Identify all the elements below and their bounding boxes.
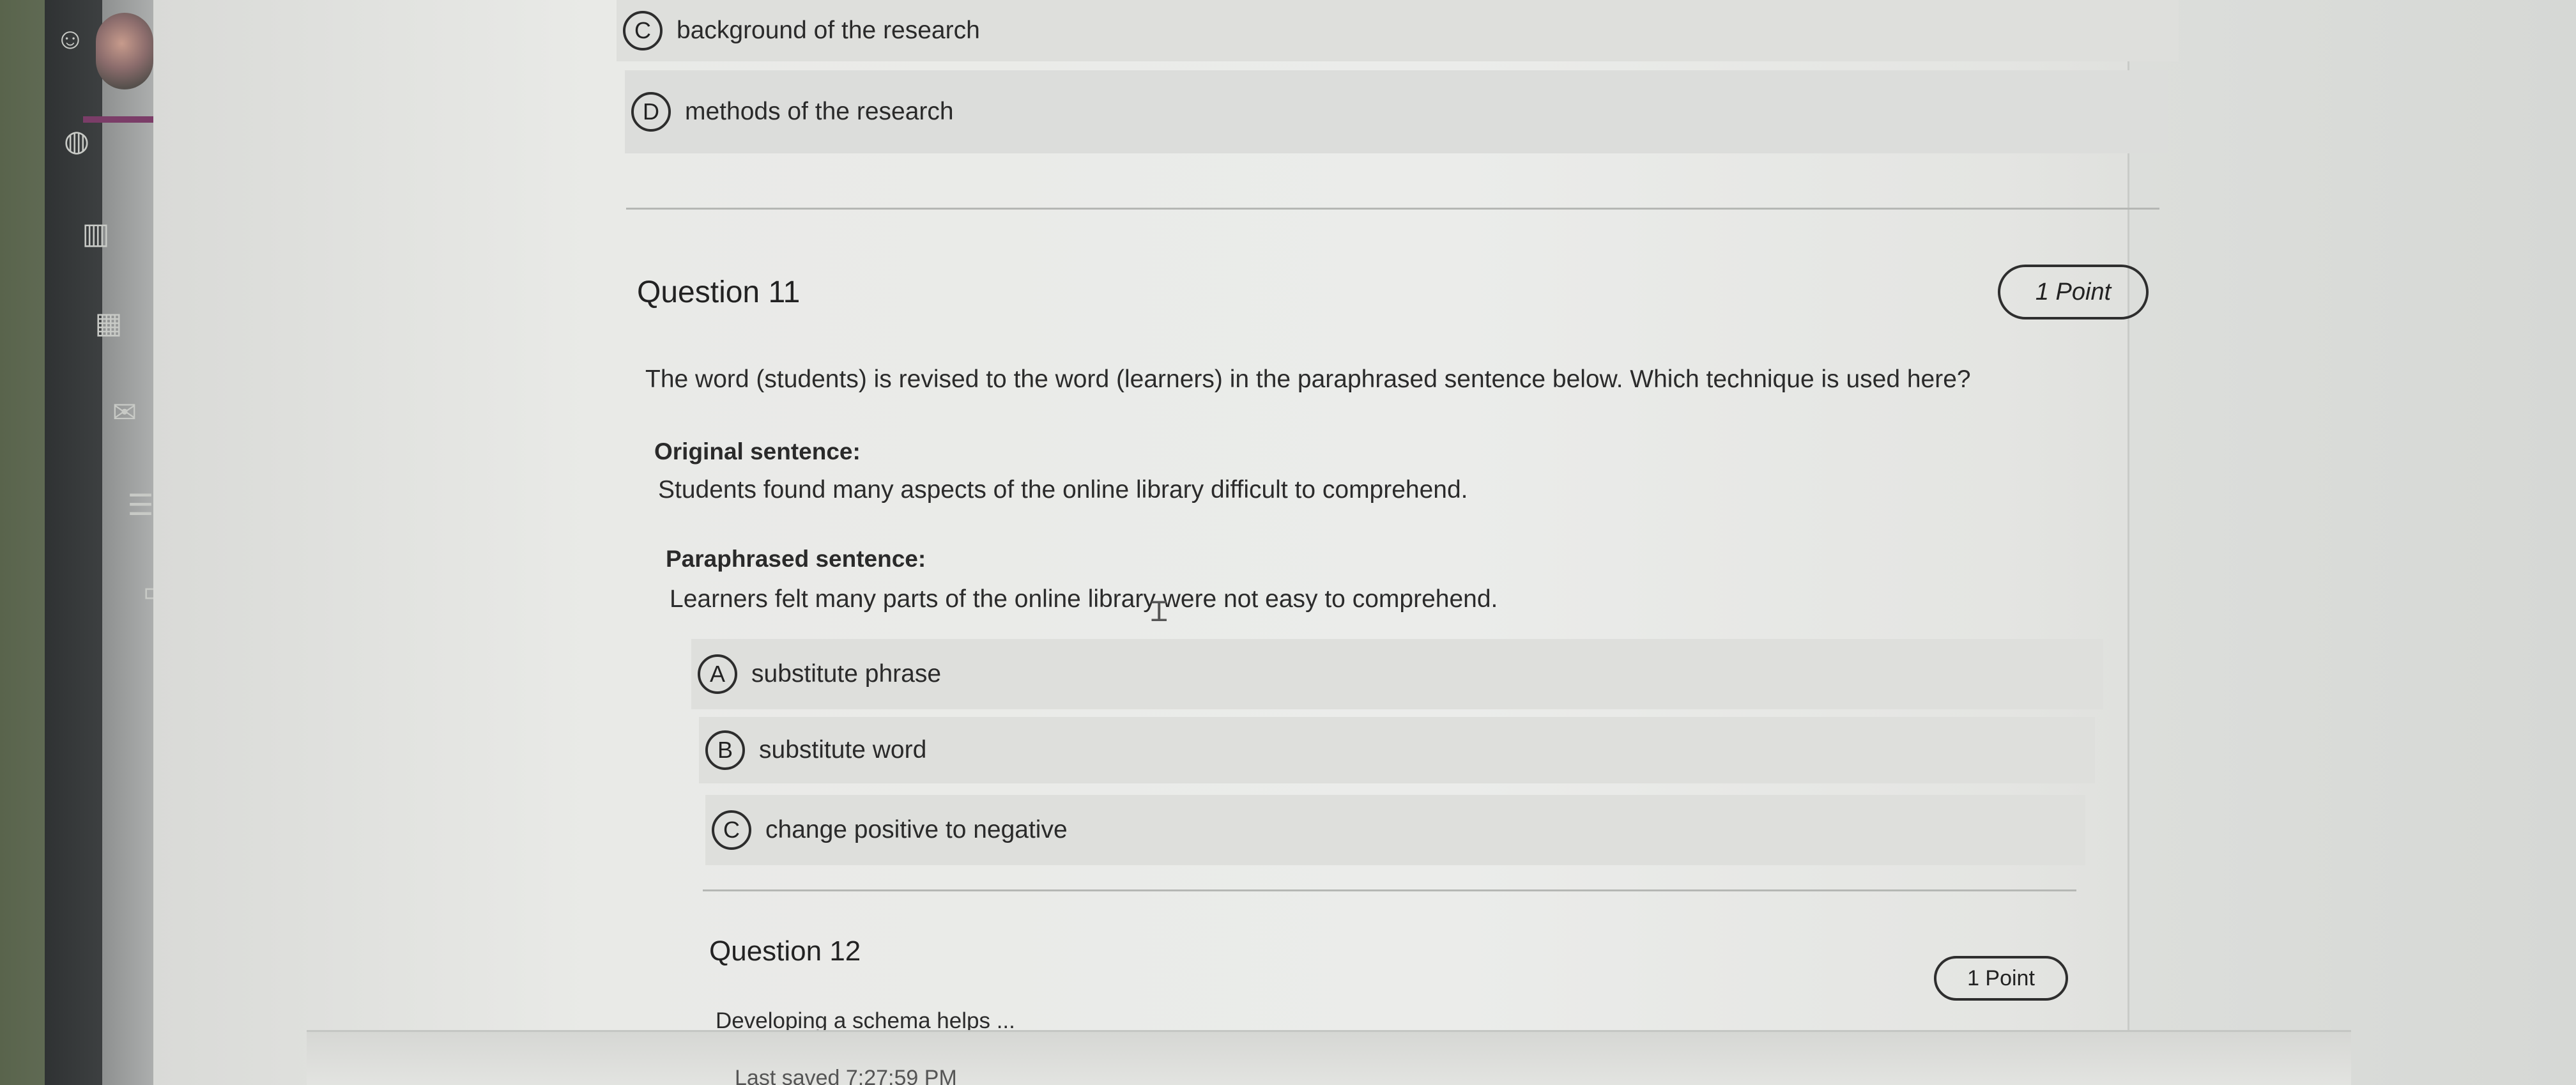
option-a[interactable]: A substitute phrase [691,639,2103,709]
points-badge: 1 Point [1998,265,2149,319]
paraphrased-sentence-text: Learners felt many parts of the online l… [670,585,1498,613]
option-letter: C [712,810,751,850]
option-text: background of the research [677,17,980,44]
option-letter: A [698,654,737,694]
option-text: methods of the research [685,98,954,125]
content-page [153,0,2326,1085]
book-icon[interactable]: ▥ [77,214,115,252]
option-letter: D [631,92,671,132]
points-badge: 1 Point [1934,956,2068,1001]
question-divider [703,889,2076,891]
option-text: substitute phrase [751,660,942,688]
option-text: substitute word [759,736,927,764]
option-c[interactable]: C change positive to negative [705,795,2085,865]
original-sentence-text: Students found many aspects of the onlin… [658,476,1468,504]
user-icon[interactable]: ☺ [51,19,89,58]
footer-bar [307,1030,2351,1085]
option-c-previous[interactable]: C background of the research [617,0,2179,61]
option-letter: C [623,11,663,50]
mail-icon[interactable]: ✉ [105,393,144,431]
right-page-edge [2128,0,2576,1085]
calendar-icon[interactable]: ▦ [89,304,128,342]
save-status: Last saved 7:27:59 PM [735,1066,957,1085]
text-cursor-icon: Ɪ [1151,598,1167,626]
globe-icon[interactable]: ◍ [57,121,96,160]
question-divider [626,208,2159,210]
option-b[interactable]: B substitute word [699,717,2095,783]
question-title: Question 12 [709,935,861,967]
option-letter: B [705,730,745,770]
option-d-previous[interactable]: D methods of the research [625,70,2168,153]
avatar[interactable] [96,13,153,89]
question-prompt: The word (students) is revised to the wo… [645,366,1971,393]
original-sentence-label: Original sentence: [654,438,861,465]
question-title: Question 11 [637,275,801,309]
option-text: change positive to negative [765,816,1068,843]
paraphrased-sentence-label: Paraphrased sentence: [666,546,926,572]
screen: ☺ ◍ ▥ ▦ ✉ ☰ ▭ ↺ C background of the rese… [0,0,2576,1085]
